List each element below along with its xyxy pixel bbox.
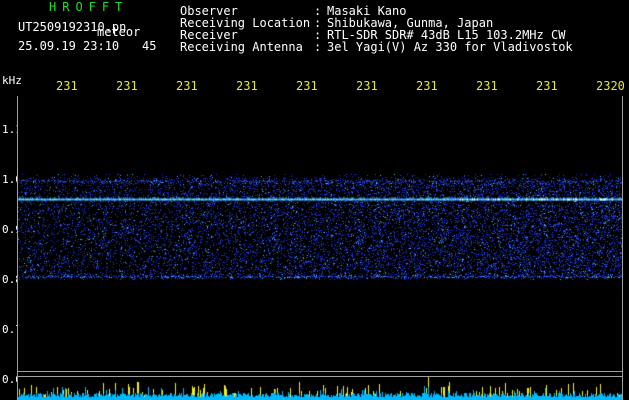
y-axis-unit: kHz: [2, 74, 22, 87]
spectrogram-canvas: [18, 96, 622, 400]
plot-right-border: [622, 96, 623, 400]
reference-lines: [18, 371, 622, 377]
x-tick-label: 2320: [596, 79, 625, 93]
antenna-value: 3el Yagi(V) Az 330 for Vladivostok: [327, 40, 573, 54]
x-tick-label: 231: [476, 79, 498, 93]
datetime-readout: 25.09.19 23:10: [18, 39, 120, 53]
x-tick-label: 231: [236, 79, 258, 93]
x-tick-label: 231: [56, 79, 78, 93]
x-tick-label: 231: [176, 79, 198, 93]
antenna-label: Receiving Antenna: [180, 40, 303, 54]
antenna-colon: :: [314, 40, 322, 54]
app-title: HROFFT: [49, 0, 129, 14]
plot-left-border: [17, 96, 18, 400]
x-tick-label: 231: [116, 79, 138, 93]
x-tick-label: 231: [536, 79, 558, 93]
x-tick-label: 231: [356, 79, 378, 93]
x-tick-label: 231: [296, 79, 318, 93]
seconds-readout: 45: [142, 39, 157, 53]
x-tick-label: 231: [416, 79, 438, 93]
file-suffix-label: meteor: [97, 25, 141, 39]
